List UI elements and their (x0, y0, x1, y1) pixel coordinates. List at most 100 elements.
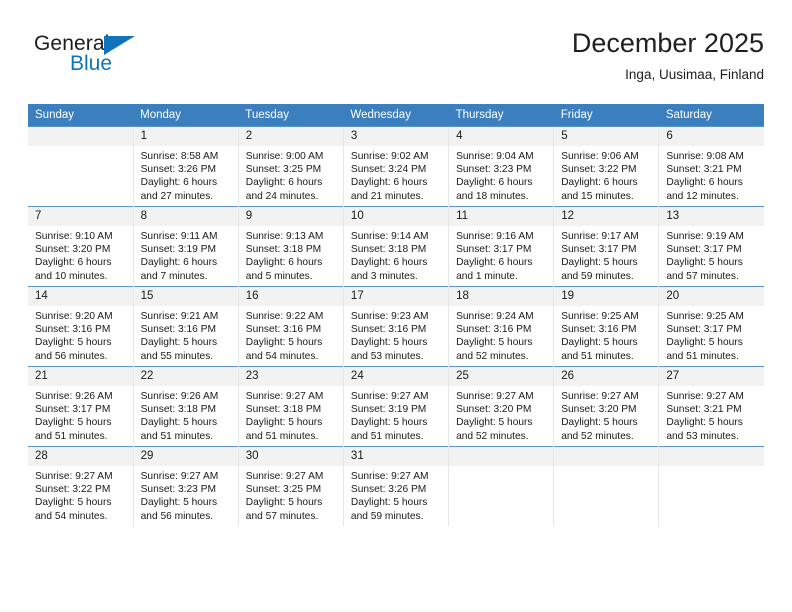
daylight-duration-line1: Daylight: 6 hours (35, 257, 112, 269)
calendar-day-cell[interactable]: 20 Sunrise: 9:25 AM Sunset: 3:17 PM Dayligh… (658, 286, 764, 367)
sunrise-time: Sunrise: 9:08 AM (666, 151, 744, 162)
calendar-grid: Sunday Monday Tuesday Wednesday Thursday Frid… (28, 104, 764, 526)
daylight-duration-line1: Daylight: 5 hours (350, 337, 428, 349)
calendar-week-row: 21 Sunrise: 9:26 AM Sunset: 3:17 PM Dayligh… (28, 366, 764, 447)
sunset-time: Sunset: 3:17 PM (35, 404, 111, 416)
calendar-day-cell[interactable]: 7 Sunrise: 9:10 AM Sunset: 3:20 PM Daylight… (28, 206, 134, 287)
weekday-header-tuesday: Tuesday (238, 104, 344, 127)
calendar-day-cell[interactable]: 2 Sunrise: 9:00 AM Sunset: 3:25 PM Daylight… (237, 126, 344, 207)
sunset-time: Sunset: 3:18 PM (245, 404, 322, 416)
day-number: 26 (554, 367, 659, 386)
sunset-time: Sunset: 3:19 PM (350, 404, 427, 416)
sunrise-time: Sunrise: 9:27 AM (456, 391, 534, 402)
daylight-duration-line1: Daylight: 5 hours (666, 417, 743, 429)
daylight-duration-line2: and 51 minutes. (140, 430, 214, 442)
calendar-day-cell[interactable]: 30 Sunrise: 9:27 AM Sunset: 3:25 PM Dayligh… (237, 446, 344, 526)
calendar-day-cell[interactable]: 22 Sunrise: 9:26 AM Sunset: 3:18 PM Dayligh… (132, 366, 239, 447)
day-number: 21 (28, 367, 133, 386)
day-number: 12 (554, 207, 659, 226)
daylight-duration-line1: Daylight: 5 hours (561, 337, 638, 349)
weekday-header-monday: Monday (133, 104, 239, 127)
calendar-day-cell[interactable]: 1 Sunrise: 8:58 AM Sunset: 3:26 PM Daylight… (132, 126, 239, 207)
calendar-day-cell[interactable]: 21 Sunrise: 9:26 AM Sunset: 3:17 PM Dayligh… (28, 366, 134, 447)
calendar-day-cell[interactable]: 28 Sunrise: 9:27 AM Sunset: 3:22 PM Dayligh… (28, 446, 134, 526)
day-number: 15 (133, 287, 238, 306)
sunset-time: Sunset: 3:25 PM (245, 164, 322, 176)
sunset-time: Sunset: 3:25 PM (245, 484, 322, 496)
daylight-duration-line2: and 52 minutes. (456, 430, 529, 442)
sunrise-time: Sunrise: 9:27 AM (35, 471, 113, 482)
calendar-day-cell[interactable]: 6 Sunrise: 9:08 AM Sunset: 3:21 PM Daylight… (658, 126, 764, 207)
calendar-day-cell[interactable]: 18 Sunrise: 9:24 AM Sunset: 3:16 PM Dayligh… (448, 286, 554, 367)
sunrise-time: Sunrise: 9:27 AM (245, 471, 324, 482)
calendar-day-cell[interactable]: 13 Sunrise: 9:19 AM Sunset: 3:17 PM Dayligh… (658, 206, 764, 287)
calendar-day-cell[interactable]: 11 Sunrise: 9:16 AM Sunset: 3:17 PM Dayligh… (448, 206, 554, 287)
calendar-day-cell[interactable]: 17 Sunrise: 9:23 AM Sunset: 3:16 PM Dayligh… (342, 286, 449, 367)
daylight-duration-line2: and 52 minutes. (456, 350, 529, 362)
day-number: 4 (449, 127, 554, 146)
calendar-day-cell[interactable]: 10 Sunrise: 9:14 AM Sunset: 3:18 PM Dayligh… (342, 206, 449, 287)
sunset-time: Sunset: 3:17 PM (561, 244, 637, 256)
calendar-day-cell[interactable]: 16 Sunrise: 9:22 AM Sunset: 3:16 PM Dayligh… (237, 286, 344, 367)
day-sun-info: Sunrise: 9:06 AM Sunset: 3:22 PM Daylight:… (554, 146, 658, 203)
daylight-duration-line2: and 5 minutes. (245, 270, 313, 282)
sunset-time: Sunset: 3:18 PM (140, 404, 216, 416)
brand-logo[interactable]: General Blue (34, 32, 214, 88)
daylight-duration-line2: and 55 minutes. (140, 350, 214, 362)
sunrise-time: Sunrise: 9:27 AM (350, 391, 429, 402)
day-sun-info: Sunrise: 9:16 AM Sunset: 3:17 PM Daylight:… (449, 226, 553, 283)
calendar-day-cell[interactable]: 5 Sunrise: 9:06 AM Sunset: 3:22 PM Daylight… (553, 126, 659, 207)
sunrise-time: Sunrise: 9:20 AM (35, 311, 113, 322)
daylight-duration-line2: and 15 minutes. (561, 190, 634, 202)
calendar-day-cell[interactable]: 26 Sunrise: 9:27 AM Sunset: 3:20 PM Dayligh… (553, 366, 659, 447)
calendar-day-cell[interactable]: 29 Sunrise: 9:27 AM Sunset: 3:23 PM Dayligh… (132, 446, 239, 526)
sunrise-time: Sunrise: 9:19 AM (666, 231, 744, 242)
day-sun-info: Sunrise: 9:19 AM Sunset: 3:17 PM Daylight:… (659, 226, 764, 283)
daylight-duration-line1: Daylight: 5 hours (140, 337, 218, 349)
calendar-week-row: 7 Sunrise: 9:10 AM Sunset: 3:20 PM Daylight… (28, 206, 764, 287)
day-number (659, 447, 764, 466)
calendar-day-cell[interactable]: 4 Sunrise: 9:04 AM Sunset: 3:23 PM Daylight… (448, 126, 554, 207)
calendar-day-cell-empty (448, 446, 554, 526)
day-sun-info: Sunrise: 9:14 AM Sunset: 3:18 PM Daylight:… (344, 226, 448, 283)
day-number: 17 (343, 287, 449, 306)
day-number (28, 127, 133, 146)
calendar-day-cell[interactable]: 3 Sunrise: 9:02 AM Sunset: 3:24 PM Daylight… (342, 126, 449, 207)
calendar-day-cell[interactable]: 19 Sunrise: 9:25 AM Sunset: 3:16 PM Dayligh… (553, 286, 659, 367)
weekday-header-saturday: Saturday (658, 104, 764, 127)
sunrise-time: Sunrise: 9:11 AM (140, 231, 218, 242)
sunset-time: Sunset: 3:16 PM (350, 324, 427, 336)
weekday-header-thursday: Thursday (448, 104, 554, 127)
day-number: 6 (659, 127, 764, 146)
sunset-time: Sunset: 3:26 PM (350, 484, 427, 496)
calendar-day-cell[interactable]: 23 Sunrise: 9:27 AM Sunset: 3:18 PM Dayligh… (237, 366, 344, 447)
calendar-day-cell[interactable]: 12 Sunrise: 9:17 AM Sunset: 3:17 PM Dayligh… (553, 206, 659, 287)
calendar-day-cell[interactable]: 31 Sunrise: 9:27 AM Sunset: 3:26 PM Dayligh… (342, 446, 449, 526)
calendar-day-cell[interactable]: 8 Sunrise: 9:11 AM Sunset: 3:19 PM Daylight… (132, 206, 239, 287)
calendar-week-row: 14 Sunrise: 9:20 AM Sunset: 3:16 PM Dayligh… (28, 286, 764, 367)
sunrise-time: Sunrise: 9:17 AM (561, 231, 639, 242)
daylight-duration-line2: and 51 minutes. (666, 350, 739, 362)
sunset-time: Sunset: 3:18 PM (245, 244, 322, 256)
calendar-day-cell[interactable]: 15 Sunrise: 9:21 AM Sunset: 3:16 PM Dayligh… (132, 286, 239, 367)
calendar-day-cell[interactable]: 14 Sunrise: 9:20 AM Sunset: 3:16 PM Dayligh… (28, 286, 134, 367)
day-sun-info: Sunrise: 9:23 AM Sunset: 3:16 PM Daylight:… (344, 306, 448, 363)
day-number: 23 (238, 367, 343, 386)
daylight-duration-line1: Daylight: 5 hours (456, 337, 533, 349)
calendar-day-cell[interactable]: 25 Sunrise: 9:27 AM Sunset: 3:20 PM Dayligh… (448, 366, 554, 447)
daylight-duration-line1: Daylight: 5 hours (245, 337, 323, 349)
calendar-day-cell[interactable]: 24 Sunrise: 9:27 AM Sunset: 3:19 PM Dayligh… (342, 366, 449, 447)
day-number: 2 (238, 127, 343, 146)
sunrise-time: Sunrise: 9:04 AM (456, 151, 534, 162)
sunrise-time: Sunrise: 9:00 AM (245, 151, 324, 162)
daylight-duration-line2: and 18 minutes. (456, 190, 529, 202)
sunrise-time: Sunrise: 9:27 AM (561, 391, 639, 402)
calendar-day-cell[interactable]: 27 Sunrise: 9:27 AM Sunset: 3:21 PM Dayligh… (658, 366, 764, 447)
daylight-duration-line1: Daylight: 6 hours (245, 177, 323, 189)
sunset-time: Sunset: 3:21 PM (666, 404, 742, 416)
sunrise-time: Sunrise: 9:25 AM (561, 311, 639, 322)
calendar-day-cell[interactable]: 9 Sunrise: 9:13 AM Sunset: 3:18 PM Daylight… (237, 206, 344, 287)
day-number: 28 (28, 447, 133, 466)
sunrise-time: Sunrise: 9:27 AM (245, 391, 324, 402)
sunset-time: Sunset: 3:20 PM (561, 404, 637, 416)
